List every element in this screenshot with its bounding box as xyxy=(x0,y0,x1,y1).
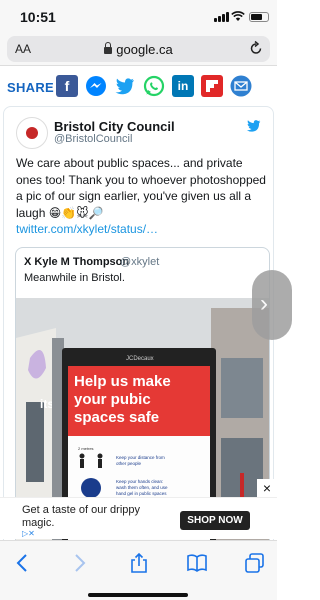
back-icon[interactable] xyxy=(12,552,34,574)
signal-icon xyxy=(214,12,229,22)
domain-text: google.ca xyxy=(116,42,173,57)
avatar[interactable] xyxy=(16,117,48,149)
tweet-body: We care about public spaces... and priva… xyxy=(16,156,266,220)
ad-banner[interactable]: Get a taste of our drippy magic. SHOP NO… xyxy=(0,497,277,539)
quoted-text: Meanwhile in Bristol. xyxy=(24,272,125,284)
messenger-icon[interactable] xyxy=(85,75,107,97)
shop-now-button[interactable]: SHOP NOW xyxy=(180,511,250,530)
tweet-link[interactable]: twitter.com/xkylet/status/… xyxy=(16,221,266,238)
sign-headline-2: your pubic xyxy=(74,391,151,408)
share-label: SHARE xyxy=(7,80,55,95)
close-ad-button[interactable]: × xyxy=(257,479,277,497)
forward-icon[interactable] xyxy=(68,552,90,574)
address-bar[interactable]: AA google.ca xyxy=(7,36,270,62)
status-bar: 10:51 xyxy=(0,0,277,34)
share-icon[interactable] xyxy=(128,552,150,574)
distance-label: 2 metres xyxy=(78,446,94,451)
wifi-icon xyxy=(231,11,245,21)
sign-tip-1a: Keep your distance from xyxy=(116,455,165,460)
sign-tip-2c: hand gel in public spaces xyxy=(116,491,167,496)
browser-toolbar xyxy=(0,540,277,600)
quoted-author-handle[interactable]: @xkylet xyxy=(120,256,159,268)
reload-icon[interactable] xyxy=(249,40,263,56)
linkedin-icon[interactable]: in xyxy=(172,75,194,97)
browser-header: AA google.ca xyxy=(0,34,277,66)
home-indicator[interactable] xyxy=(88,593,188,597)
ad-text[interactable]: Get a taste of our drippy magic. xyxy=(22,504,160,530)
email-icon[interactable] xyxy=(230,75,252,97)
flipboard-icon[interactable] xyxy=(201,75,223,97)
lock-icon xyxy=(104,42,113,54)
sign-tip-1b: other people xyxy=(116,461,142,466)
twitter-bird-icon[interactable] xyxy=(245,119,261,133)
sign-tip-2b: wash them often, and use xyxy=(116,485,168,490)
next-page-handle[interactable]: › xyxy=(252,270,292,340)
tweet-text: We care about public spaces... and priva… xyxy=(16,155,266,238)
tabs-icon[interactable] xyxy=(244,552,266,574)
sign-headline-3: spaces safe xyxy=(74,409,159,426)
chevron-right-icon: › xyxy=(260,290,268,317)
url-display[interactable]: google.ca xyxy=(7,42,270,57)
share-bar: SHARE f in xyxy=(0,72,277,100)
facebook-icon[interactable]: f xyxy=(56,75,78,97)
tweet-author-name[interactable]: Bristol City Council xyxy=(54,119,175,134)
adchoices-icon[interactable]: ▷✕ xyxy=(22,529,35,538)
battery-icon xyxy=(249,12,269,22)
sign-tip-2a: Keep your hands clean: xyxy=(116,479,163,484)
clock: 10:51 xyxy=(20,9,56,25)
quoted-author-name[interactable]: X Kyle M Thompson xyxy=(24,256,129,268)
sign-headline-1: Help us make xyxy=(74,373,171,390)
jcdecaux-logo: JCDecaux xyxy=(126,356,154,362)
bookmarks-icon[interactable] xyxy=(186,552,208,574)
whatsapp-icon[interactable] xyxy=(143,75,165,97)
tweet-author-handle[interactable]: @BristolCouncil xyxy=(54,133,132,145)
twitter-icon[interactable] xyxy=(114,75,136,97)
